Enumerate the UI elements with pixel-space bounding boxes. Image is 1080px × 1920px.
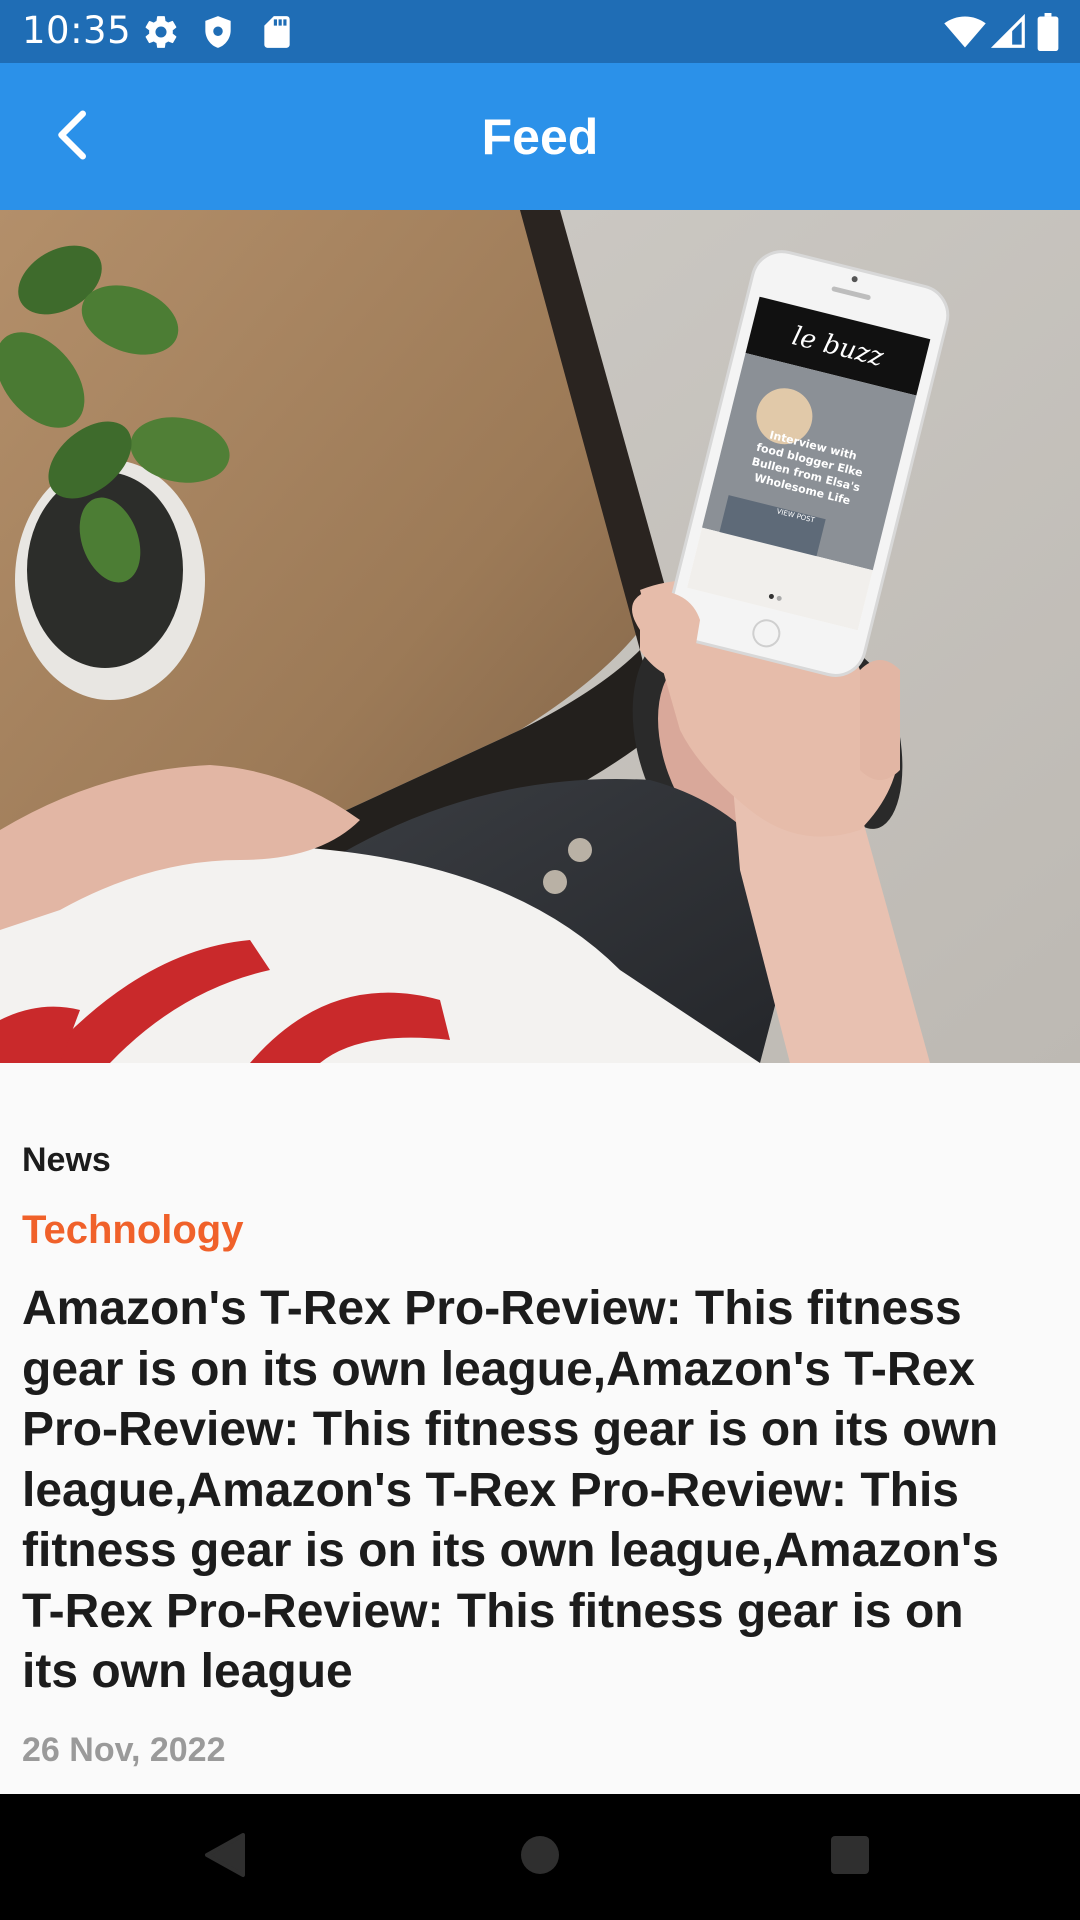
- article-date: 26 Nov, 2022: [22, 1731, 226, 1769]
- back-triangle-icon: [203, 1831, 247, 1884]
- article-hero-image: le buzz Interview with food blogger Elke…: [0, 210, 1080, 1063]
- article-headline: Amazon's T-Rex Pro-Review: This fitness …: [22, 1282, 999, 1698]
- recents-square-icon: [829, 1834, 871, 1881]
- nav-back-button[interactable]: [192, 1824, 258, 1890]
- status-time: 10:35: [22, 9, 132, 52]
- status-bar: 10:35: [0, 0, 1080, 63]
- sd-card-icon: [258, 13, 296, 51]
- hero-illustration: le buzz Interview with food blogger Elke…: [0, 210, 1080, 1063]
- app-bar: Feed: [0, 63, 1080, 210]
- system-nav-bar: [0, 1794, 1080, 1920]
- battery-icon: [1036, 13, 1060, 52]
- category-tag[interactable]: Technology: [22, 1206, 243, 1254]
- nav-home-button[interactable]: [507, 1824, 573, 1890]
- page-title: Feed: [481, 109, 599, 165]
- nav-recents-button[interactable]: [817, 1824, 883, 1890]
- gear-icon: [142, 13, 180, 51]
- wifi-icon: [944, 13, 986, 51]
- feed-detail-screen: 10:35 Feed le buzz Interview with food b…: [0, 0, 1080, 1920]
- shield-icon: [199, 13, 237, 51]
- signal-icon: [990, 13, 1028, 51]
- section-label: News: [22, 1141, 111, 1179]
- home-circle-icon: [519, 1834, 561, 1881]
